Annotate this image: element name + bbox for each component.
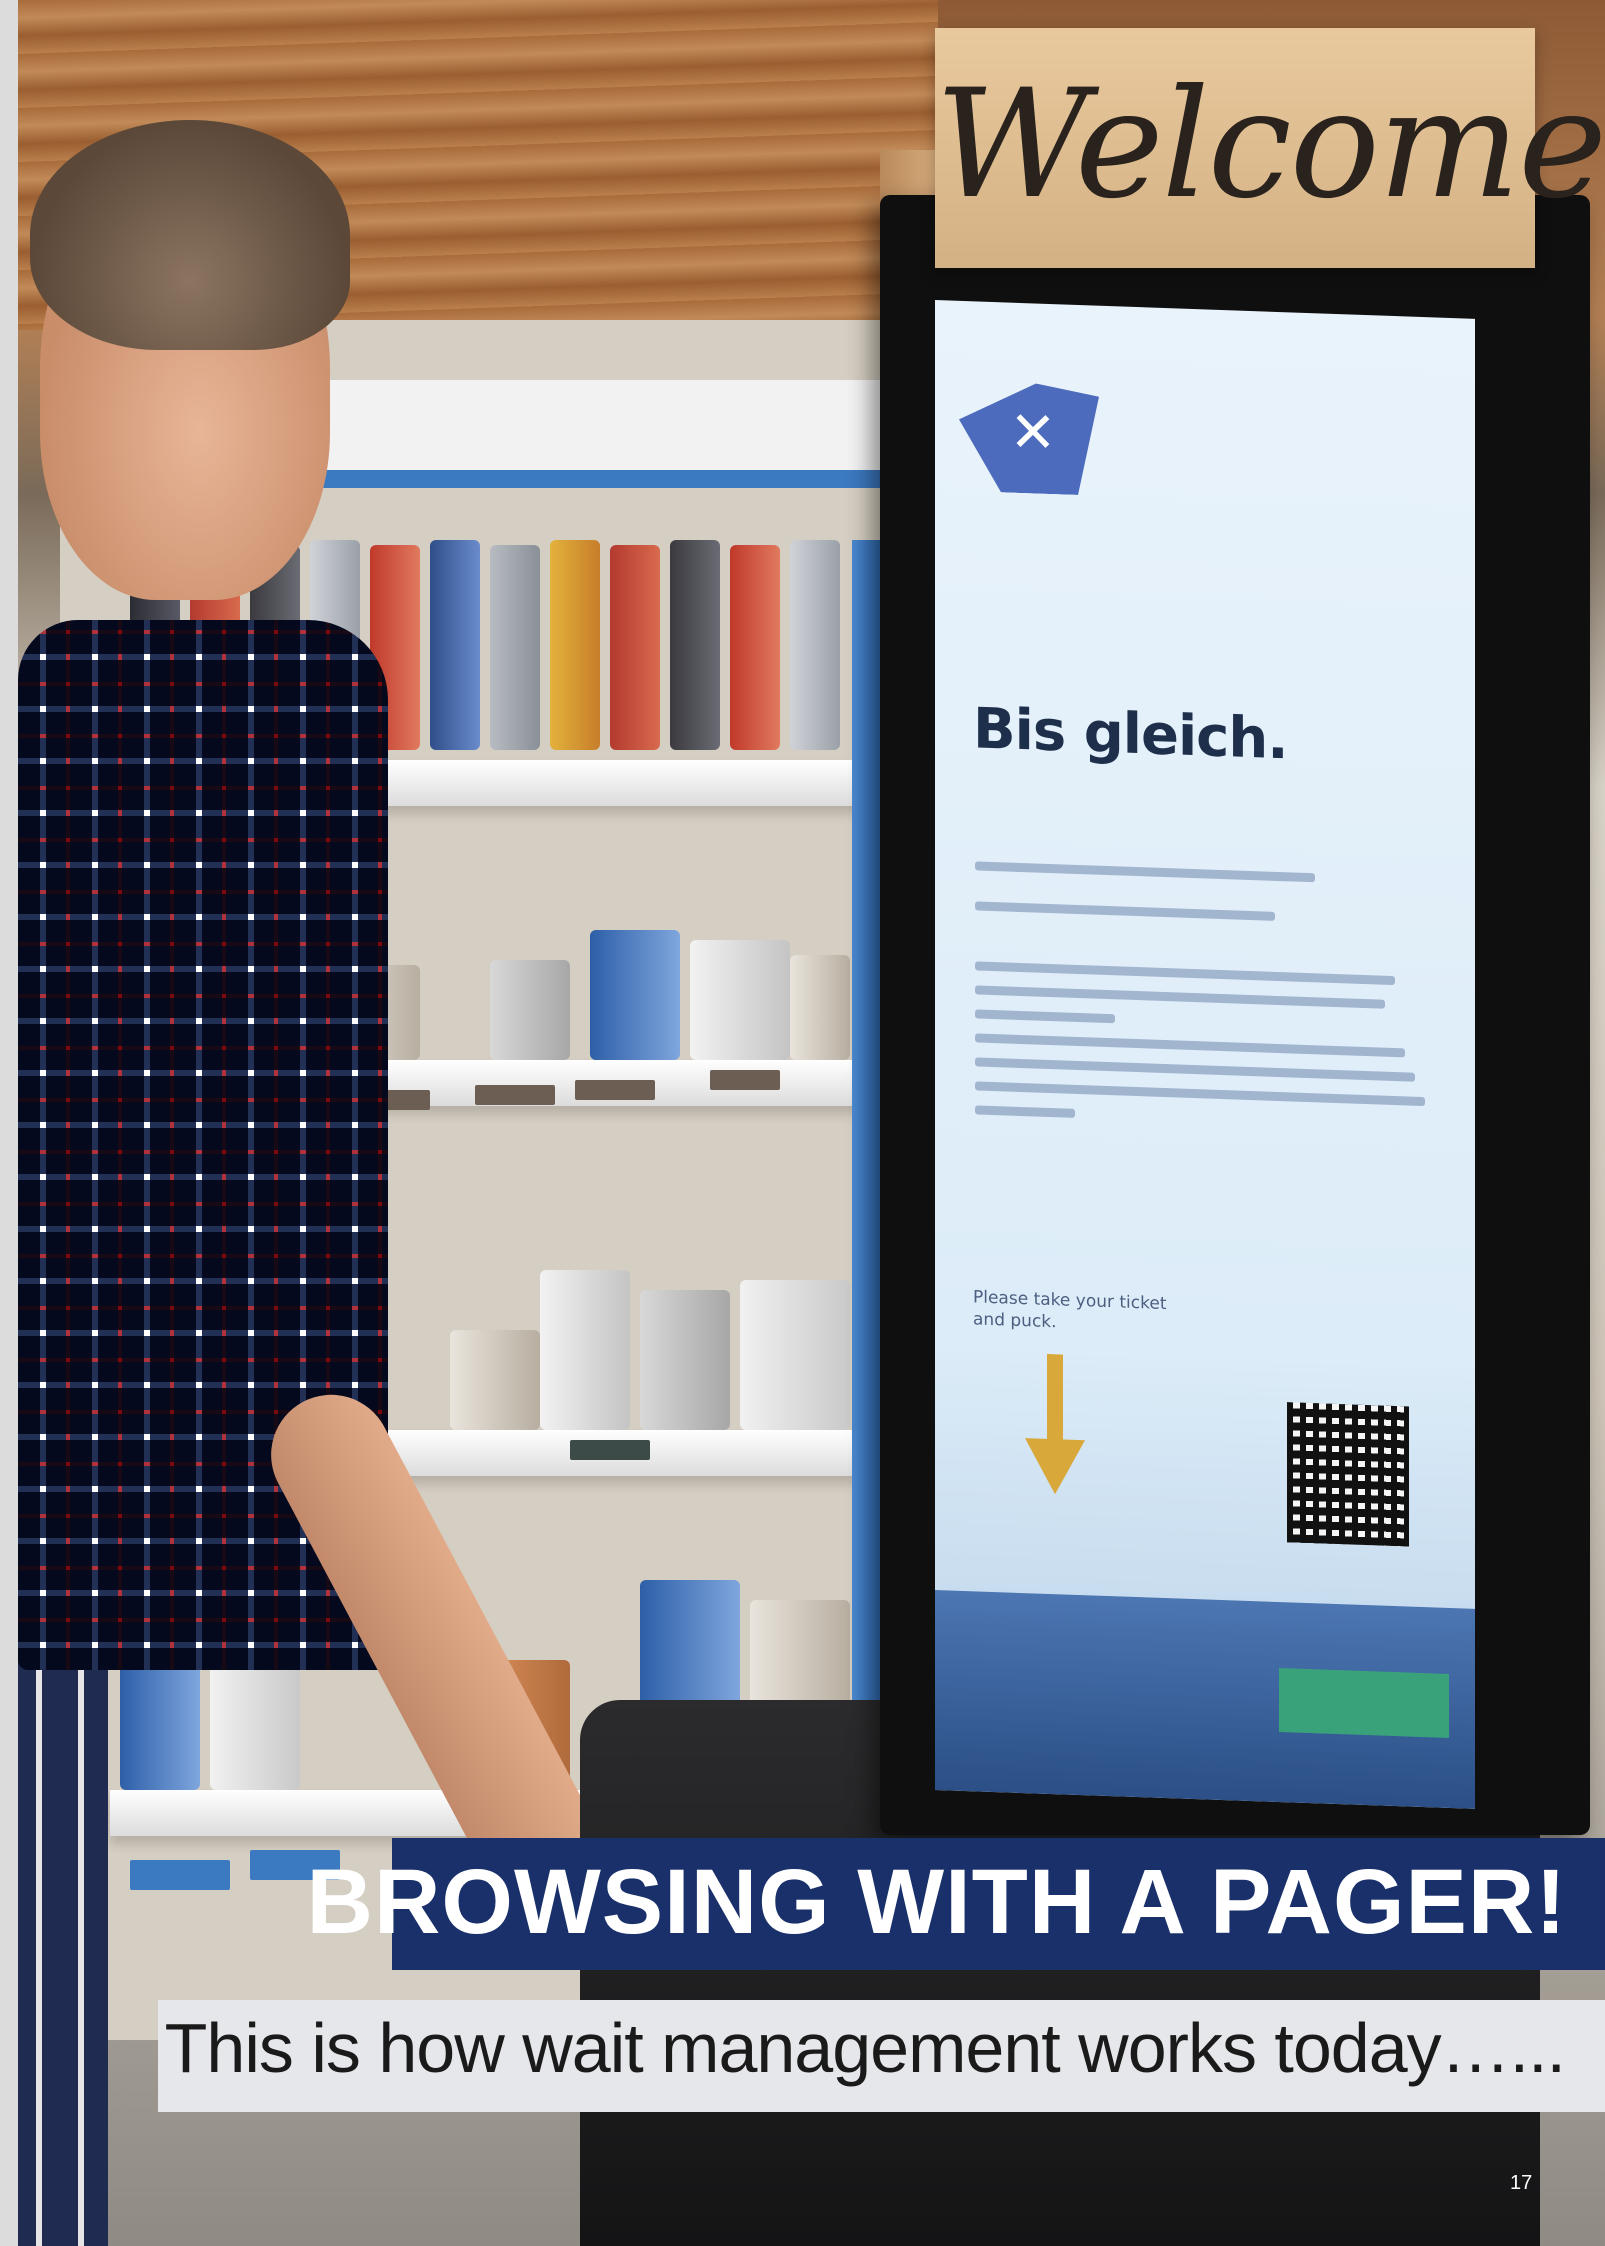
logo-badge: ✕ xyxy=(959,381,1099,496)
title-banner: BROWSING WITH A PAGER! xyxy=(307,1838,1605,1970)
spray-can xyxy=(730,545,780,750)
spray-can xyxy=(790,540,840,750)
screen-text-line xyxy=(975,1009,1115,1024)
page-number: 17 xyxy=(1510,2172,1533,2194)
kiosk-screen: ✕ Bis gleich. Please take your ticket an… xyxy=(935,300,1475,1809)
shelf-header-panel xyxy=(260,380,880,488)
qr-code-icon xyxy=(1287,1402,1409,1547)
screen-text-line xyxy=(975,901,1275,921)
paint-tin xyxy=(210,1660,300,1790)
screen-text-line xyxy=(975,1057,1415,1082)
arrow-down-icon xyxy=(1025,1353,1085,1495)
screen-text-line xyxy=(975,1105,1075,1118)
paint-tin xyxy=(450,1330,540,1430)
page-subtitle: This is how wait management works today…… xyxy=(164,2009,1566,2087)
spray-can xyxy=(490,545,540,750)
paint-tin xyxy=(590,930,680,1060)
screen-heading: Bis gleich. xyxy=(973,696,1288,773)
screen-prompt: Please take your ticket and puck. xyxy=(973,1287,1167,1333)
paint-tin xyxy=(790,955,850,1060)
price-tag xyxy=(710,1070,780,1090)
screen-button[interactable] xyxy=(1279,1668,1449,1738)
person-hair xyxy=(30,120,350,350)
spray-can xyxy=(670,540,720,750)
price-tag xyxy=(130,1860,230,1890)
paint-tin xyxy=(540,1270,630,1430)
paint-tin xyxy=(490,960,570,1060)
spray-can xyxy=(550,540,600,750)
screen-text-line xyxy=(975,861,1315,883)
screen-text-line xyxy=(975,1033,1405,1058)
welcome-sign: Welcome xyxy=(935,28,1605,268)
screen-text-line xyxy=(975,985,1385,1009)
paint-tin xyxy=(690,940,790,1060)
paint-tin xyxy=(640,1290,730,1430)
price-tag xyxy=(575,1080,655,1100)
welcome-sign-text: Welcome xyxy=(935,58,1605,232)
price-tag xyxy=(570,1440,650,1460)
page-margin xyxy=(0,0,18,2246)
page-title: BROWSING WITH A PAGER! xyxy=(306,1851,1567,1953)
price-tag xyxy=(475,1085,555,1105)
subtitle-banner: This is how wait management works today…… xyxy=(158,2000,1605,2112)
spray-can xyxy=(610,545,660,750)
tools-icon: ✕ xyxy=(1009,399,1057,467)
screen-text-line xyxy=(975,1081,1425,1107)
paint-tin xyxy=(740,1280,850,1430)
spray-can xyxy=(430,540,480,750)
screen-text-line xyxy=(975,961,1395,986)
